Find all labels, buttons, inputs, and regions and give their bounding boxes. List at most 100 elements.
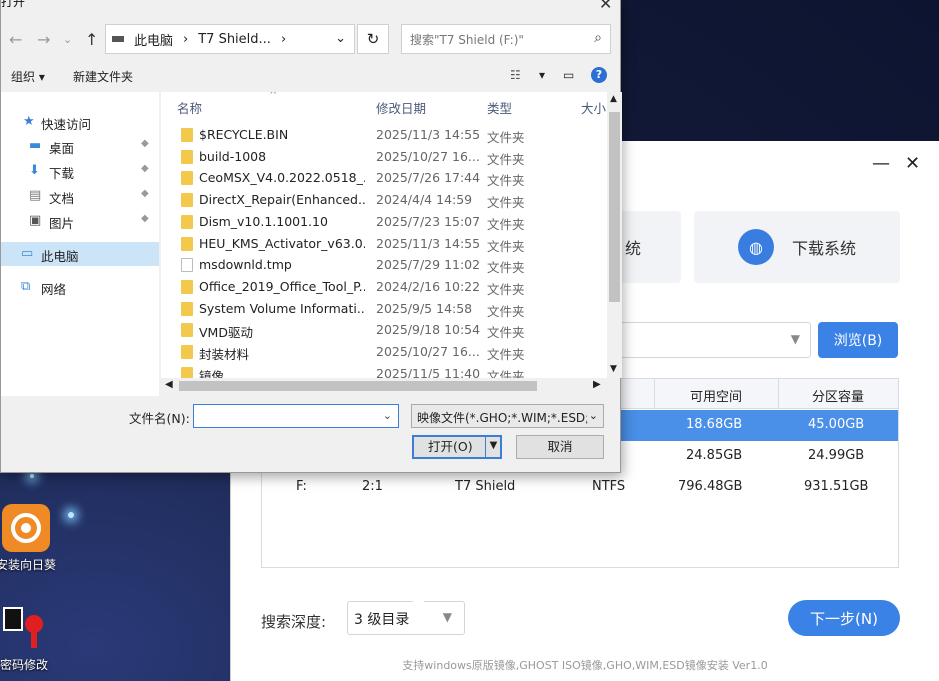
file-date: 2025/7/23 15:07	[376, 213, 481, 229]
file-type: 文件夹	[487, 303, 525, 319]
list-item[interactable]: VMD驱动 2025/9/18 10:54 文件夹	[161, 319, 607, 341]
file-type: 文件夹	[487, 130, 525, 145]
tab-label: 统	[624, 239, 641, 258]
file-name: 镜像	[199, 368, 225, 378]
close-button[interactable]: ✕	[905, 153, 920, 174]
scroll-up-icon[interactable]: ▲	[610, 94, 617, 104]
column-header-name[interactable]: 名称	[177, 98, 202, 117]
list-item[interactable]: System Volume Informati... 2025/9/5 14:58…	[161, 298, 607, 320]
breadcrumb-drive[interactable]: T7 Shield...	[198, 32, 271, 47]
search-icon: ⌕	[594, 30, 602, 46]
scroll-right-icon[interactable]: ▶	[593, 379, 601, 390]
file-date: 2025/7/26 17:44	[376, 170, 481, 186]
file-list: 名称 ^ 修改日期 类型 大小 $RECYCLE.BIN 2025/11/3 14…	[161, 92, 607, 378]
tab-download-system[interactable]: ◍ 下载系统	[694, 211, 900, 283]
open-dropdown-icon[interactable]: ▼	[485, 435, 501, 459]
desktop-icon-label: 密码修改	[0, 658, 48, 672]
file-type: 文件夹	[487, 238, 525, 254]
sidebar-item-network[interactable]: ⧉ 网络	[1, 275, 159, 299]
browse-button[interactable]: 浏览(B)	[818, 322, 898, 358]
scrollbar-thumb[interactable]	[179, 381, 537, 391]
file-date: 2025/11/3 14:55	[376, 235, 481, 251]
pin-icon: ◆	[141, 163, 149, 174]
scroll-left-icon[interactable]: ◀	[165, 379, 173, 390]
column-header-type[interactable]: 类型	[487, 98, 512, 117]
file-type: 文件夹	[487, 281, 525, 297]
file-date: 2024/2/16 10:22	[376, 278, 481, 294]
table-row[interactable]: F: 2:1 T7 Shield NTFS 796.48GB 931.51GB	[262, 472, 898, 503]
file-date: 2025/9/18 10:54	[376, 322, 481, 338]
sidebar-item-pictures[interactable]: ▣ 图片 ◆	[1, 209, 159, 233]
sidebar-item-desktop[interactable]: ▬ 桌面 ◆	[1, 134, 159, 158]
scroll-down-icon[interactable]: ▼	[610, 364, 617, 374]
dialog-title: 打开	[1, 0, 26, 9]
desktop-glow-dot	[68, 512, 74, 518]
tab-label: 下载系统	[791, 239, 856, 258]
list-item[interactable]: HEU_KMS_Activator_v63.0.0 2025/11/3 14:55…	[161, 233, 607, 255]
file-date: 2025/11/5 11:40	[376, 365, 481, 378]
chevron-down-icon[interactable]: ⌄	[335, 31, 346, 46]
list-item[interactable]: Office_2019_Office_Tool_P... 2024/2/16 10…	[161, 276, 607, 298]
close-icon[interactable]: ✕	[599, 0, 612, 13]
help-icon[interactable]: ?	[591, 67, 607, 83]
forward-icon[interactable]: →	[37, 30, 50, 49]
chevron-down-icon[interactable]: ⌄	[383, 409, 392, 422]
list-item[interactable]: CeoMSX_V4.0.2022.0518_... 2025/7/26 17:44…	[161, 167, 607, 189]
picture-icon: ▣	[29, 213, 42, 228]
column-divider	[778, 379, 779, 409]
column-header-modified[interactable]: 修改日期	[376, 98, 426, 117]
folder-icon	[181, 128, 193, 142]
up-folder-icon[interactable]: ↑	[85, 30, 98, 49]
minimize-button[interactable]: —	[872, 153, 890, 174]
file-name: CeoMSX_V4.0.2022.0518_...	[199, 170, 365, 186]
sunflower-app-icon	[2, 504, 50, 552]
folder-icon	[181, 193, 193, 208]
search-input[interactable]: 搜索"T7 Shield (F:)" ⌕	[401, 24, 611, 54]
list-item[interactable]: 封装材料 2025/10/27 16... 文件夹	[161, 341, 607, 363]
list-item[interactable]: 镜像 2025/11/5 11:40 文件夹	[161, 363, 607, 378]
organize-button[interactable]: 组织 ▾	[11, 68, 45, 85]
search-depth-select[interactable]: 3 级目录 ▼	[347, 601, 465, 635]
scrollbar-thumb[interactable]	[609, 112, 620, 302]
preview-pane-icon[interactable]: ▭	[563, 68, 574, 82]
download-system-icon: ◍	[737, 229, 774, 265]
filetype-select[interactable]: 映像文件(*.GHO;*.WIM;*.ESD; ⌄	[411, 404, 604, 428]
filename-label: 文件名(N):	[129, 411, 190, 426]
file-name: Dism_v10.1.1001.10	[199, 213, 328, 229]
desktop-icon-password[interactable]: 密码修改	[0, 604, 54, 673]
address-bar[interactable]: 此电脑 › T7 Shield... › ⌄	[105, 24, 355, 54]
horizontal-scrollbar[interactable]: ◀ ▶	[161, 378, 607, 394]
list-item[interactable]: build-1008 2025/10/27 16... 文件夹	[161, 146, 607, 168]
star-icon: ★	[23, 114, 35, 129]
refresh-button[interactable]: ↻	[357, 24, 389, 54]
sidebar-item-documents[interactable]: ▤ 文档 ◆	[1, 184, 159, 208]
download-icon: ⬇	[29, 163, 40, 178]
list-item[interactable]: DirectX_Repair(Enhanced... 2024/4/4 14:59…	[161, 189, 607, 211]
new-folder-button[interactable]: 新建文件夹	[73, 68, 133, 85]
desktop-icon-sunflower[interactable]: 安装向日葵	[0, 504, 56, 573]
file-name: build-1008	[199, 148, 267, 164]
sidebar-item-downloads[interactable]: ⬇ 下载 ◆	[1, 159, 159, 183]
sidebar-item-quick-access[interactable]: ★ 快速访问	[1, 110, 159, 134]
folder-icon	[181, 279, 193, 294]
file-name: 封装材料	[199, 347, 250, 362]
vertical-scrollbar[interactable]: ▲ ▼	[607, 92, 622, 378]
file-type: 文件夹	[487, 260, 525, 276]
cancel-button[interactable]: 取消	[516, 435, 604, 459]
breadcrumb-this-pc[interactable]: 此电脑	[134, 30, 173, 49]
next-button[interactable]: 下一步(N)	[788, 600, 900, 636]
view-icon[interactable]: ☷	[510, 68, 521, 82]
chevron-down-icon[interactable]: ▾	[539, 68, 545, 82]
back-icon[interactable]: ←	[9, 30, 22, 49]
file-name: msdownld.tmp	[199, 257, 292, 273]
column-header-size[interactable]: 大小	[581, 98, 606, 117]
sidebar-item-this-pc[interactable]: ▭ 此电脑	[1, 242, 159, 266]
column-divider	[654, 379, 655, 409]
recent-locations-icon[interactable]: ⌄	[63, 33, 72, 46]
file-date: 2025/11/3 14:55	[376, 127, 481, 142]
filename-field[interactable]: ⌄	[193, 404, 399, 428]
list-item[interactable]: Dism_v10.1.1001.10 2025/7/23 15:07 文件夹	[161, 211, 607, 233]
list-item[interactable]: $RECYCLE.BIN 2025/11/3 14:55 文件夹	[161, 124, 607, 146]
list-item[interactable]: msdownld.tmp 2025/7/29 11:02 文件夹	[161, 254, 607, 276]
file-type: 文件夹	[487, 151, 525, 167]
